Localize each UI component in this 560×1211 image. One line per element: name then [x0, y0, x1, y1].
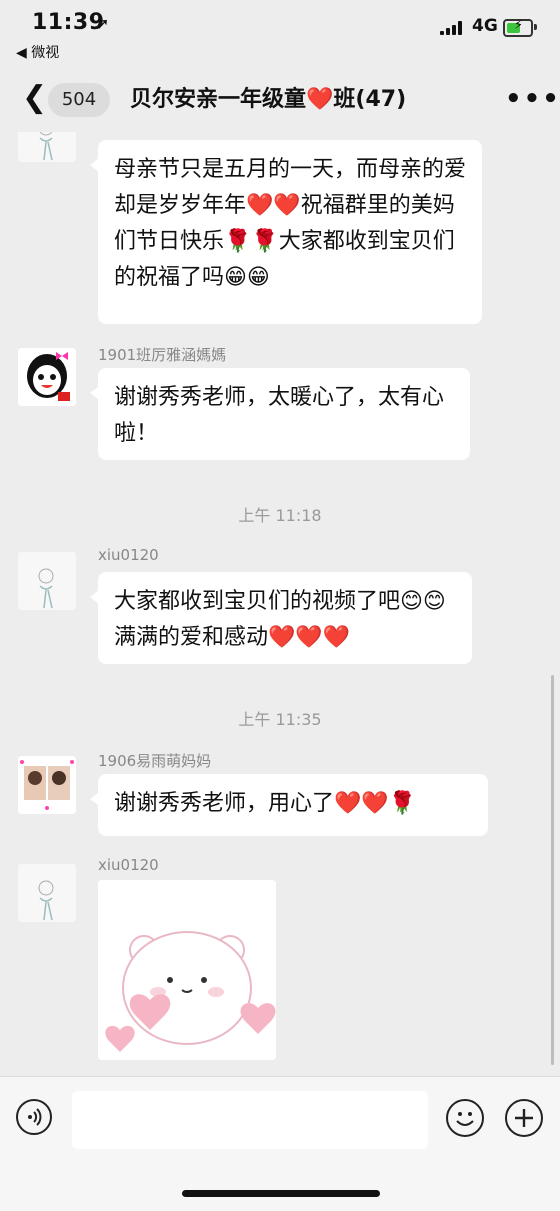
emoji-icon[interactable] — [446, 1099, 484, 1137]
message-bubble[interactable]: 谢谢秀秀老师，太暖心了，太有心啦！ — [90, 368, 470, 460]
avatar[interactable] — [18, 552, 76, 610]
sender-name: 1901班厉雅涵媽媽 — [98, 346, 227, 364]
voice-icon[interactable] — [16, 1099, 52, 1135]
sender-name: xiu0120 — [98, 546, 159, 564]
scrollbar[interactable] — [551, 675, 554, 1065]
timestamp: 上午 11:18 — [238, 506, 322, 525]
message-input[interactable] — [72, 1091, 428, 1149]
network-type: 4G — [472, 16, 498, 36]
sender-name: 1906易雨萌妈妈 — [98, 752, 212, 770]
sticker-image[interactable] — [98, 880, 276, 1060]
status-time: 11:39 — [32, 10, 105, 35]
message-list[interactable]: 母亲节只是五月的一天，而母亲的爱却是岁岁年年❤️❤️祝福群里的美妈们节日快乐🌹🌹… — [0, 132, 560, 1076]
back-to-app-link[interactable]: ◀ 微视 — [16, 42, 59, 62]
message-bubble[interactable]: 母亲节只是五月的一天，而母亲的爱却是岁岁年年❤️❤️祝福群里的美妈们节日快乐🌹🌹… — [90, 140, 482, 324]
unread-count-badge[interactable]: 504 — [48, 83, 110, 117]
sender-name: xiu0120 — [98, 856, 159, 874]
message-bubble[interactable]: 谢谢秀秀老师，用心了❤️❤️🌹 — [90, 774, 488, 836]
timestamp: 上午 11:35 — [238, 710, 322, 729]
avatar[interactable] — [18, 348, 76, 406]
more-icon[interactable]: ••• — [505, 84, 560, 114]
avatar[interactable] — [18, 756, 76, 814]
avatar[interactable] — [18, 864, 76, 922]
location-arrow-icon: ➚ — [96, 14, 110, 33]
message-bubble[interactable]: 大家都收到宝贝们的视频了吧😊😊满满的爱和感动❤️❤️❤️ — [90, 572, 472, 664]
status-bar: 11:39 ➚ ◀ 微视 4G ⚡ — [0, 0, 560, 66]
chevron-left-icon[interactable]: ❮ — [22, 80, 47, 116]
signal-icon — [440, 21, 462, 35]
home-indicator[interactable] — [182, 1190, 380, 1197]
chat-header: ❮ 504 贝尔安亲一年级童❤️班(47) ••• — [0, 66, 560, 132]
battery-icon: ⚡ — [503, 18, 537, 37]
chat-title: 贝尔安亲一年级童❤️班(47) — [130, 87, 407, 112]
plus-icon[interactable] — [505, 1099, 543, 1137]
avatar[interactable] — [18, 132, 76, 162]
